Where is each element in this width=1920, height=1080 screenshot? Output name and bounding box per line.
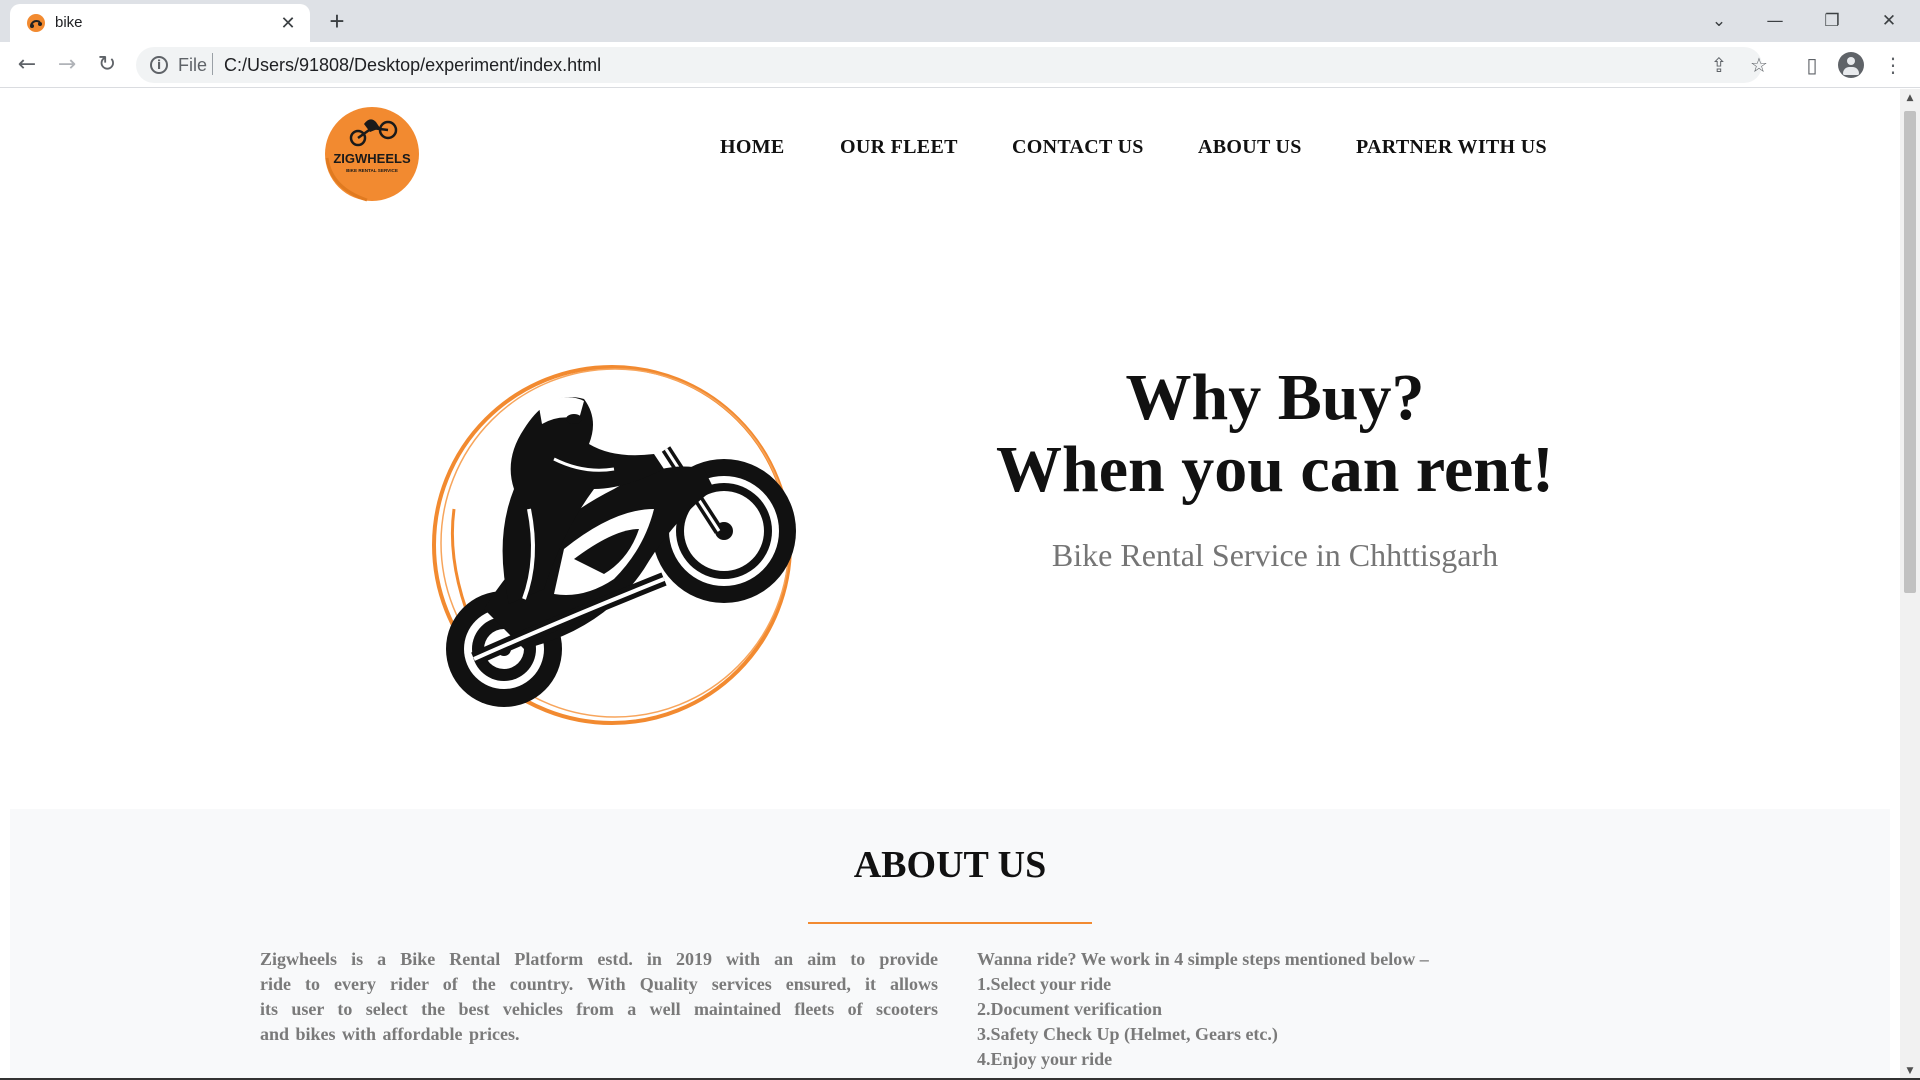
browser-tab-active[interactable]: bike ✕ xyxy=(10,4,310,42)
restore-icon[interactable]: ❐ xyxy=(1809,6,1855,36)
browser-tabstrip: bike ✕ + ⌄ — ❐ ✕ xyxy=(0,0,1920,42)
scrollbar-thumb[interactable] xyxy=(1904,111,1916,593)
nav-link-contact-us[interactable]: CONTACT US xyxy=(1012,136,1144,159)
step-item: 3.Safety Check Up (Helmet, Gears etc.) xyxy=(977,1024,1278,1044)
minimize-icon[interactable]: — xyxy=(1752,6,1798,36)
nav-link-about-us[interactable]: ABOUT US xyxy=(1198,136,1302,159)
about-heading: ABOUT US xyxy=(853,844,1047,886)
about-section: ABOUT US Zigwheels is a Bike Rental Plat… xyxy=(10,809,1890,1080)
steps-intro: Wanna ride? We work in 4 simple steps me… xyxy=(977,949,1429,969)
share-icon[interactable]: ⇪ xyxy=(1704,50,1734,80)
about-paragraph-line: ride to every rider of the country. With… xyxy=(260,974,938,994)
about-paragraph-line: Zigwheels is a Bike Rental Platform estd… xyxy=(260,949,938,969)
motorcycle-rider-illustration xyxy=(432,365,796,725)
address-separator xyxy=(212,53,213,75)
hero-heading: Why Buy? When you can rent! xyxy=(940,362,1610,506)
step-item: 4.Enjoy your ride xyxy=(977,1049,1113,1069)
logo-wordmark: ZIGWHEELS xyxy=(333,151,411,166)
step-item: 2.Document verification xyxy=(977,999,1162,1019)
about-paragraph: Zigwheels is a Bike Rental Platform estd… xyxy=(260,947,938,1047)
site-favicon-icon xyxy=(27,14,45,32)
nav-link-our-fleet[interactable]: OUR FLEET xyxy=(840,136,958,159)
tab-search-icon[interactable]: ⌄ xyxy=(1696,6,1742,36)
site-info-icon[interactable]: i xyxy=(150,56,168,74)
forward-icon[interactable]: → xyxy=(52,50,82,80)
side-panel-icon[interactable]: ▯ xyxy=(1797,50,1827,80)
nav-link-partner-with-us[interactable]: PARTNER WITH US xyxy=(1356,136,1547,159)
hero-heading-line-1: Why Buy? xyxy=(1125,361,1425,434)
address-bar[interactable]: i File C:/Users/91808/Desktop/experiment… xyxy=(136,47,1768,83)
reload-icon[interactable]: ↻ xyxy=(92,50,122,80)
step-item: 1.Select your ride xyxy=(977,974,1112,994)
window-close-icon[interactable]: ✕ xyxy=(1866,6,1912,36)
tab-title: bike xyxy=(55,14,83,31)
back-icon[interactable]: ← xyxy=(12,50,42,80)
rental-steps-list: Wanna ride? We work in 4 simple steps me… xyxy=(977,947,1497,1072)
zigwheels-logo[interactable]: ZIGWHEELS BIKE RENTAL SERVICE xyxy=(324,106,420,202)
about-paragraph-line: its user to select the best vehicles fro… xyxy=(260,999,938,1019)
tab-close-icon[interactable]: ✕ xyxy=(276,11,300,35)
scroll-up-arrow-icon[interactable]: ▲ xyxy=(1900,89,1920,107)
address-scheme-label: File xyxy=(178,55,208,75)
logo-tagline: BIKE RENTAL SERVICE xyxy=(346,168,398,173)
page-viewport: ZIGWHEELS BIKE RENTAL SERVICE HOME OUR F… xyxy=(0,89,1900,1080)
bookmark-star-icon[interactable]: ☆ xyxy=(1744,50,1774,80)
address-url[interactable]: C:/Users/91808/Desktop/experiment/index.… xyxy=(224,55,601,76)
browser-toolbar: ← → ↻ i File C:/Users/91808/Desktop/expe… xyxy=(0,42,1920,88)
profile-avatar-icon[interactable] xyxy=(1838,52,1864,78)
hero-subtitle: Bike Rental Service in Chhttisgarh xyxy=(1051,537,1499,573)
browser-menu-icon[interactable]: ⋮ xyxy=(1878,50,1908,80)
new-tab-button[interactable]: + xyxy=(322,7,352,37)
about-paragraph-line: and bikes with affordable prices. xyxy=(260,1024,520,1044)
hero-heading-line-2: When you can rent! xyxy=(996,433,1554,506)
page-scrollbar[interactable]: ▲ ▼ xyxy=(1900,89,1920,1080)
nav-link-home[interactable]: HOME xyxy=(720,136,785,159)
about-divider xyxy=(808,922,1092,924)
